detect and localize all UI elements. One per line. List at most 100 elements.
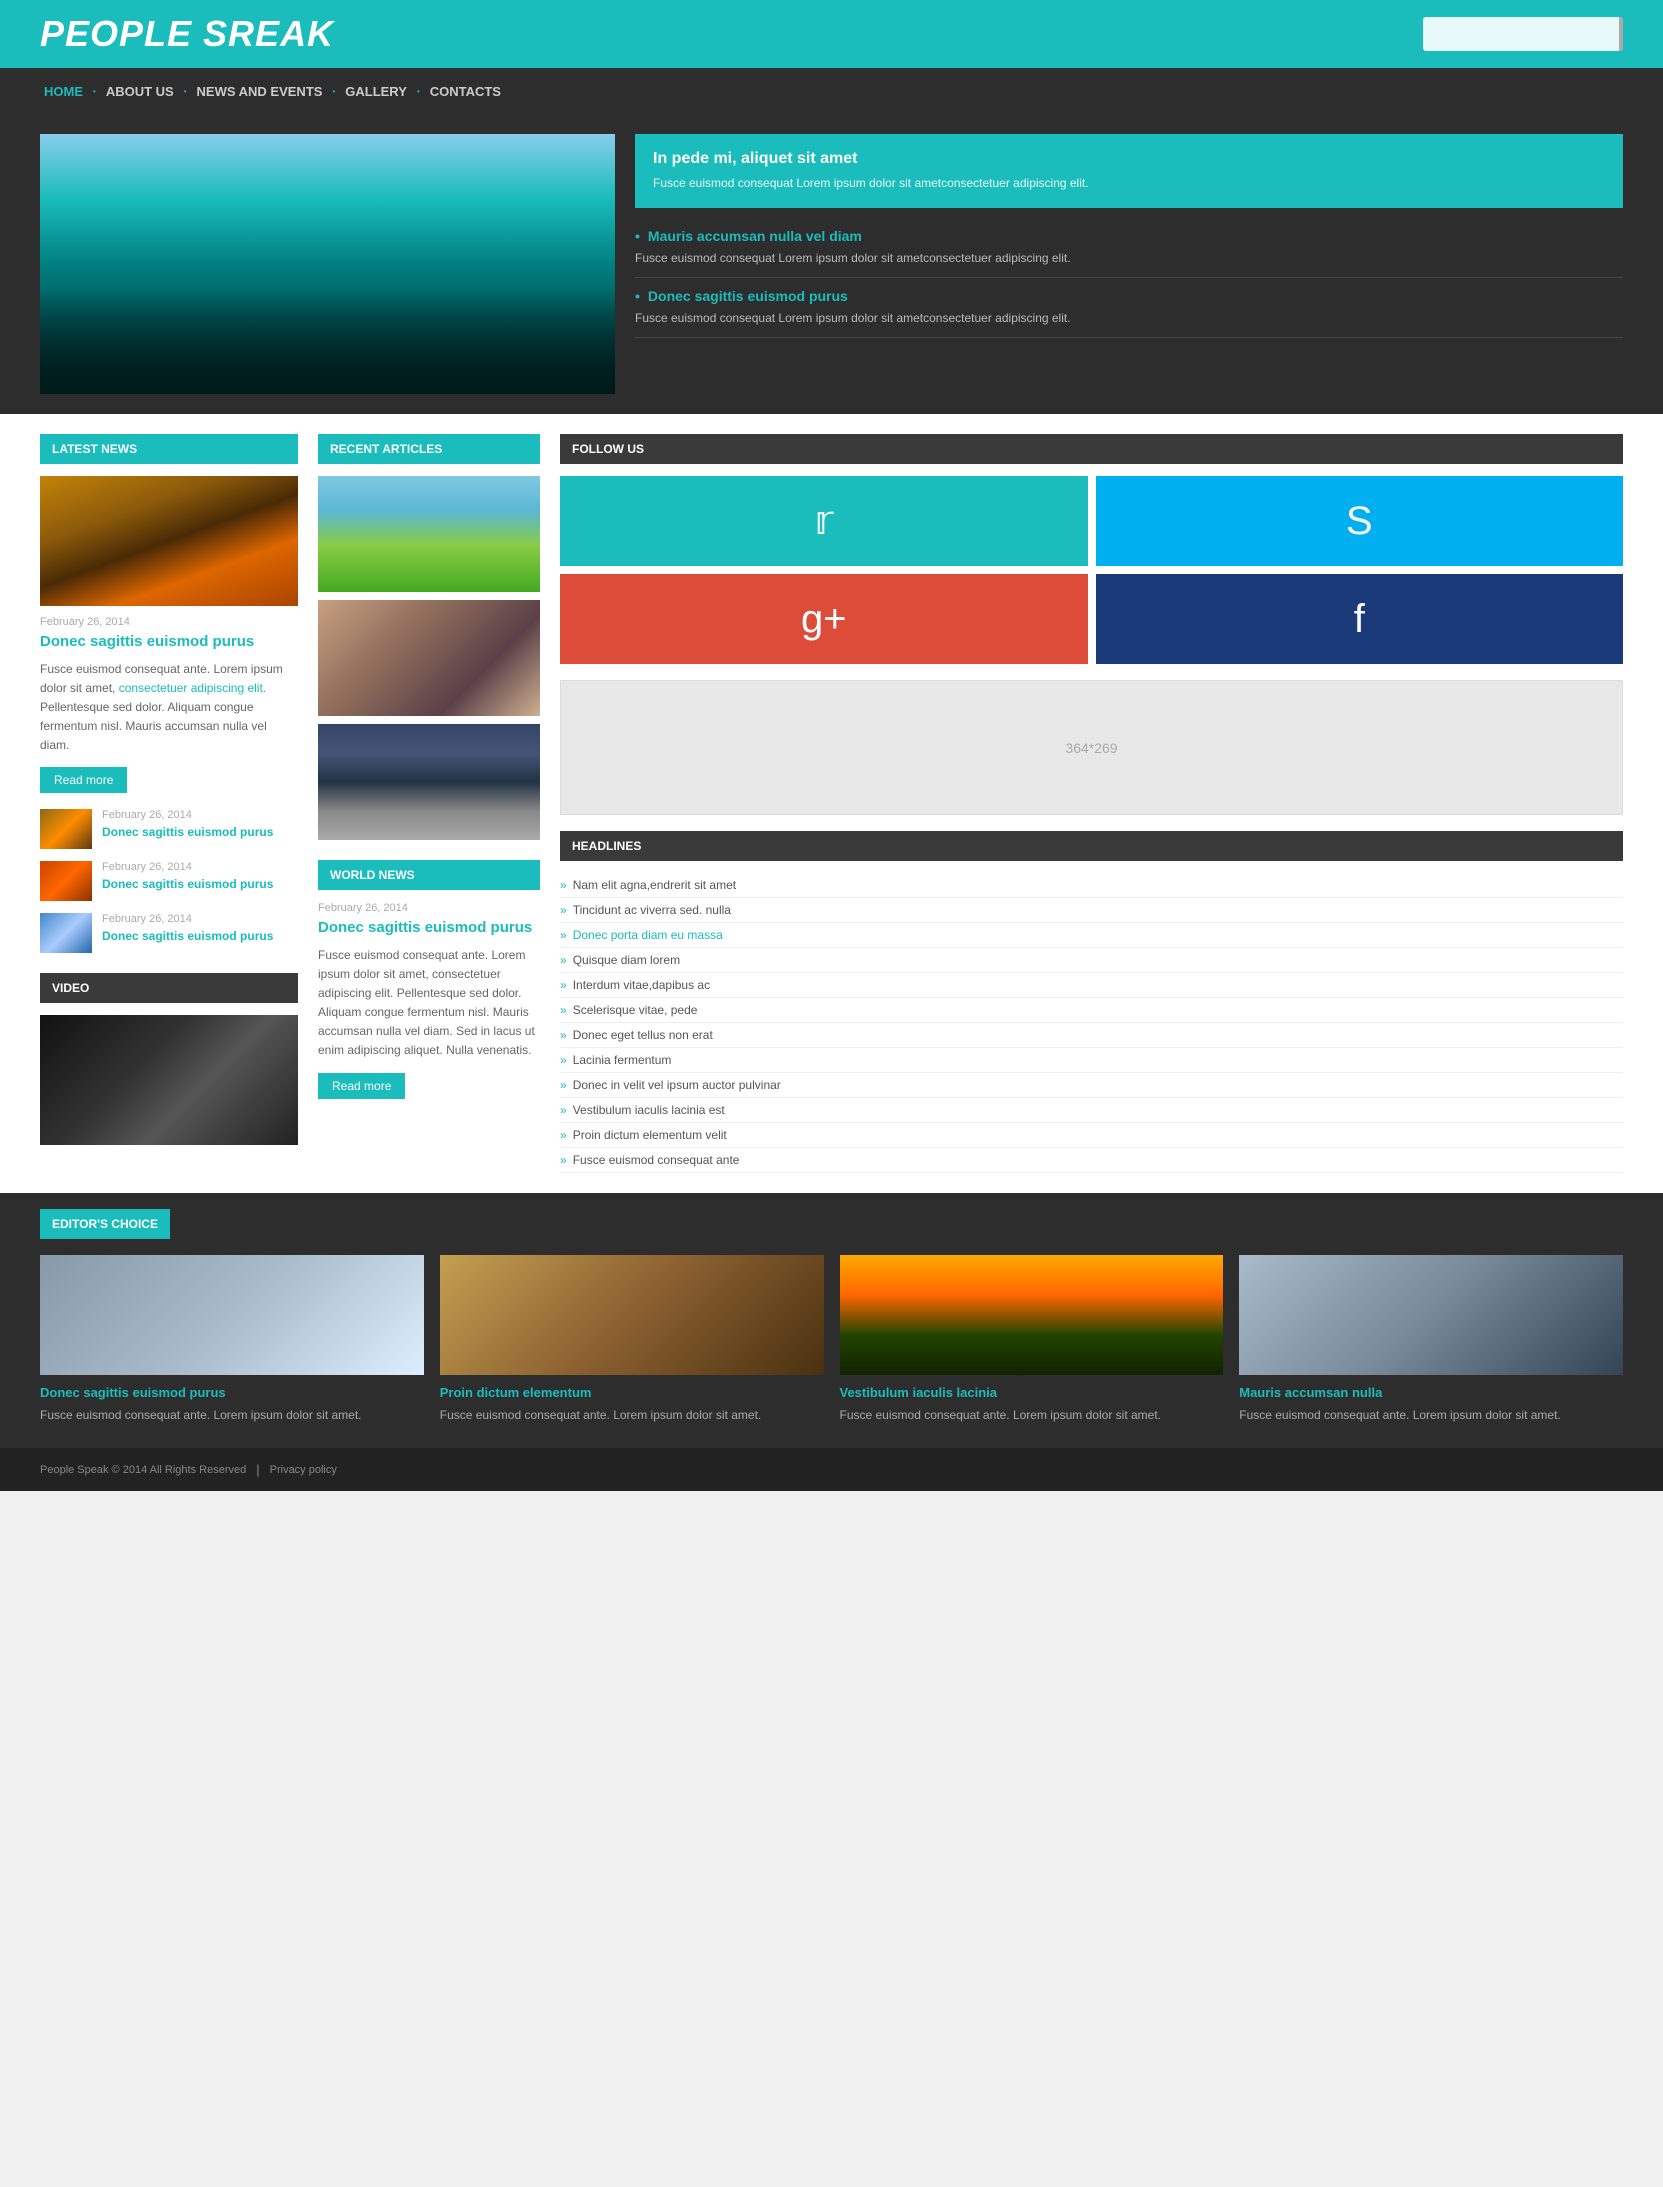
editor-img-2	[440, 1255, 824, 1375]
main-nav: HOME • ABOUT US • NEWS AND EVENTS • GALL…	[0, 68, 1663, 114]
headline-item-10: Vestibulum iaculis lacinia est	[560, 1098, 1623, 1123]
headline-item-11: Proin dictum elementum velit	[560, 1123, 1623, 1148]
editor-img-3	[840, 1255, 1224, 1375]
hero-item-1: Mauris accumsan nulla vel diam Fusce eui…	[635, 218, 1623, 278]
editor-card-text-3: Fusce euismod consequat ante. Lorem ipsu…	[840, 1406, 1224, 1424]
col-latest-news: LATEST NEWS February 26, 2014 Donec sagi…	[40, 434, 298, 1173]
read-more-button-2[interactable]: Read more	[318, 1073, 405, 1099]
editor-card-text-1: Fusce euismod consequat ante. Lorem ipsu…	[40, 1406, 424, 1424]
google-button[interactable]: g+	[560, 574, 1088, 664]
editor-card-3: Vestibulum iaculis lacinia Fusce euismod…	[840, 1255, 1224, 1424]
footer-separator: |	[256, 1462, 259, 1477]
news-main-text: Fusce euismod consequat ante. Lorem ipsu…	[40, 660, 298, 756]
world-news-date: February 26, 2014	[318, 902, 540, 914]
logo: PEOPLE SREAK	[40, 13, 334, 55]
social-grid: 𝕣 S g+ f	[560, 476, 1623, 664]
nav-home[interactable]: HOME	[40, 84, 87, 99]
footer-copyright: People Speak © 2014 All Rights Reserved	[40, 1464, 246, 1476]
editor-card-text-2: Fusce euismod consequat ante. Lorem ipsu…	[440, 1406, 824, 1424]
editor-card-title-4: Mauris accumsan nulla	[1239, 1385, 1623, 1400]
headline-item-3: Donec porta diam eu massa	[560, 923, 1623, 948]
editors-choice-section: EDITOR'S CHOICE Donec sagittis euismod p…	[0, 1193, 1663, 1448]
editors-grid: Donec sagittis euismod purus Fusce euism…	[40, 1255, 1623, 1424]
hero-sidebar: In pede mi, aliquet sit amet Fusce euism…	[635, 134, 1623, 394]
hero-highlight-text: Fusce euismod consequat Lorem ipsum dolo…	[653, 174, 1605, 192]
nav-about[interactable]: ABOUT US	[102, 84, 178, 99]
news-small-meta-3: February 26, 2014 Donec sagittis euismod…	[102, 913, 298, 953]
news-main-date: February 26, 2014	[40, 616, 298, 628]
news-thumb-2	[40, 861, 92, 901]
read-more-button-1[interactable]: Read more	[40, 767, 127, 793]
video-image	[40, 1015, 298, 1145]
headline-item-5: Interdum vitae,dapibus ac	[560, 973, 1623, 998]
hero-image-inner	[40, 134, 615, 394]
articles-grid	[318, 476, 540, 840]
news-small-title-2: Donec sagittis euismod purus	[102, 877, 298, 893]
headline-item-6: Scelerisque vitae, pede	[560, 998, 1623, 1023]
editor-card-1: Donec sagittis euismod purus Fusce euism…	[40, 1255, 424, 1424]
editor-img-4	[1239, 1255, 1623, 1375]
hero-item-2-text: Fusce euismod consequat Lorem ipsum dolo…	[635, 309, 1623, 327]
footer: People Speak © 2014 All Rights Reserved …	[0, 1448, 1663, 1491]
skype-button[interactable]: S	[1096, 476, 1624, 566]
search-button[interactable]: 🔍	[1619, 17, 1623, 51]
news-main-image	[40, 476, 298, 606]
article-img-2	[318, 600, 540, 716]
editor-card-4: Mauris accumsan nulla Fusce euismod cons…	[1239, 1255, 1623, 1424]
news-small-item-2: February 26, 2014 Donec sagittis euismod…	[40, 861, 298, 901]
news-small-date-3: February 26, 2014	[102, 913, 298, 925]
headlines-list: Nam elit agna,endrerit sit amet Tincidun…	[560, 873, 1623, 1173]
follow-us-title: FOLLOW US	[560, 434, 1623, 464]
headline-item-2: Tincidunt ac viverra sed. nulla	[560, 898, 1623, 923]
news-thumb-3	[40, 913, 92, 953]
editors-choice-title: EDITOR'S CHOICE	[40, 1209, 170, 1239]
world-news-section: WORLD NEWS February 26, 2014 Donec sagit…	[318, 860, 540, 1099]
footer-privacy-link[interactable]: Privacy policy	[270, 1464, 337, 1476]
ad-banner: 364*269	[560, 680, 1623, 815]
world-news-text: Fusce euismod consequat ante. Lorem ipsu…	[318, 946, 540, 1061]
news-small-list: February 26, 2014 Donec sagittis euismod…	[40, 809, 298, 953]
main-content: LATEST NEWS February 26, 2014 Donec sagi…	[0, 414, 1663, 1193]
news-small-item-1: February 26, 2014 Donec sagittis euismod…	[40, 809, 298, 849]
editor-card-2: Proin dictum elementum Fusce euismod con…	[440, 1255, 824, 1424]
editor-card-title-1: Donec sagittis euismod purus	[40, 1385, 424, 1400]
news-small-title-1: Donec sagittis euismod purus	[102, 825, 298, 841]
editor-card-title-2: Proin dictum elementum	[440, 1385, 824, 1400]
video-section: VIDEO	[40, 973, 298, 1145]
header: PEOPLE SREAK 🔍	[0, 0, 1663, 68]
nav-dot-2: •	[184, 87, 187, 96]
article-img-3	[318, 724, 540, 840]
hero-highlight-title: In pede mi, aliquet sit amet	[653, 150, 1605, 168]
recent-articles-title: RECENT ARTICLES	[318, 434, 540, 464]
hero-item-1-title: Mauris accumsan nulla vel diam	[635, 228, 1623, 244]
news-small-date-2: February 26, 2014	[102, 861, 298, 873]
nav-gallery[interactable]: GALLERY	[341, 84, 411, 99]
hero-item-1-text: Fusce euismod consequat Lorem ipsum dolo…	[635, 249, 1623, 267]
hero-section: In pede mi, aliquet sit amet Fusce euism…	[0, 114, 1663, 414]
search-box: 🔍	[1423, 17, 1623, 51]
news-main-title: Donec sagittis euismod purus	[40, 632, 298, 652]
col-articles: RECENT ARTICLES WORLD NEWS February 26, …	[318, 434, 540, 1173]
hero-image	[40, 134, 615, 394]
nav-dot-1: •	[93, 87, 96, 96]
editor-card-text-4: Fusce euismod consequat ante. Lorem ipsu…	[1239, 1406, 1623, 1424]
news-thumb-1	[40, 809, 92, 849]
editor-card-title-3: Vestibulum iaculis lacinia	[840, 1385, 1224, 1400]
nav-news[interactable]: NEWS AND EVENTS	[193, 84, 327, 99]
hero-item-2: Donec sagittis euismod purus Fusce euism…	[635, 278, 1623, 338]
news-small-meta-2: February 26, 2014 Donec sagittis euismod…	[102, 861, 298, 901]
headline-item-4: Quisque diam lorem	[560, 948, 1623, 973]
hero-highlight: In pede mi, aliquet sit amet Fusce euism…	[635, 134, 1623, 208]
latest-news-title: LATEST NEWS	[40, 434, 298, 464]
search-input[interactable]	[1423, 27, 1619, 42]
news-small-date-1: February 26, 2014	[102, 809, 298, 821]
twitter-button[interactable]: 𝕣	[560, 476, 1088, 566]
headlines-title: HEADLINES	[560, 831, 1623, 861]
headline-item-9: Donec in velit vel ipsum auctor pulvinar	[560, 1073, 1623, 1098]
news-small-meta-1: February 26, 2014 Donec sagittis euismod…	[102, 809, 298, 849]
nav-dot-4: •	[417, 87, 420, 96]
nav-contacts[interactable]: CONTACTS	[426, 84, 505, 99]
headline-item-1: Nam elit agna,endrerit sit amet	[560, 873, 1623, 898]
facebook-button[interactable]: f	[1096, 574, 1624, 664]
news-small-item-3: February 26, 2014 Donec sagittis euismod…	[40, 913, 298, 953]
